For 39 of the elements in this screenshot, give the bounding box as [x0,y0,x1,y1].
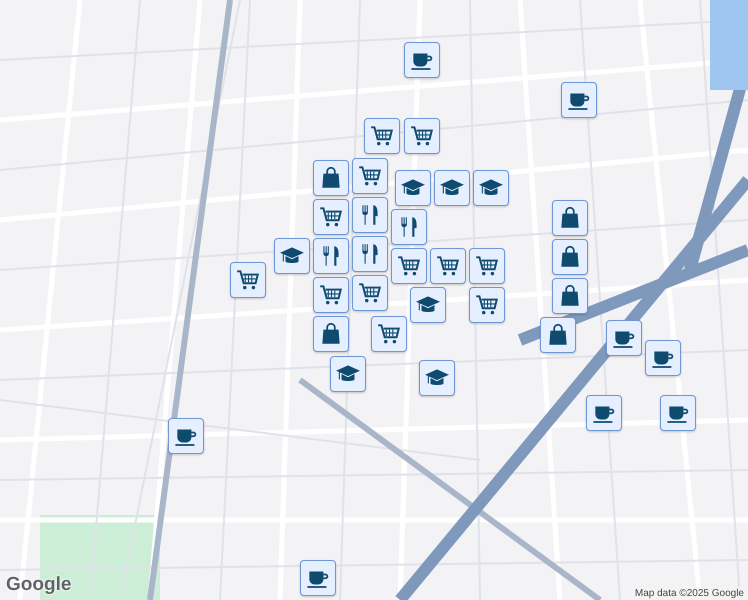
shopping-bag-map-marker[interactable] [552,200,588,236]
shopping-bag-map-marker[interactable] [313,316,349,352]
shopping-cart-map-marker[interactable] [371,316,407,352]
google-logo: Google [6,574,72,596]
shopping-cart-map-marker[interactable] [430,248,466,284]
shopping-cart-map-marker[interactable] [469,248,505,284]
coffee-cup-map-marker[interactable] [660,395,696,431]
fork-knife-map-marker[interactable] [352,197,388,233]
coffee-cup-map-marker[interactable] [404,42,440,78]
shopping-bag-map-marker[interactable] [313,160,349,196]
shopping-cart-map-marker[interactable] [313,277,349,313]
shopping-cart-map-marker[interactable] [391,248,427,284]
coffee-cup-map-marker[interactable] [300,560,336,596]
graduation-cap-map-marker[interactable] [434,170,470,206]
coffee-cup-map-marker[interactable] [586,395,622,431]
graduation-cap-map-marker[interactable] [410,287,446,323]
shopping-cart-map-marker[interactable] [352,275,388,311]
graduation-cap-map-marker[interactable] [274,238,310,274]
shopping-cart-map-marker[interactable] [230,262,266,298]
fork-knife-map-marker[interactable] [352,236,388,272]
shopping-cart-map-marker[interactable] [404,118,440,154]
coffee-cup-map-marker[interactable] [561,82,597,118]
coffee-cup-map-marker[interactable] [606,320,642,356]
shopping-cart-map-marker[interactable] [364,118,400,154]
shopping-cart-map-marker[interactable] [352,158,388,194]
shopping-cart-map-marker[interactable] [313,199,349,235]
fork-knife-map-marker[interactable] [313,238,349,274]
fork-knife-map-marker[interactable] [391,209,427,245]
map-view[interactable]: Google Map data ©2025 Google [0,0,748,600]
graduation-cap-map-marker[interactable] [473,170,509,206]
coffee-cup-map-marker[interactable] [645,340,681,376]
shopping-cart-map-marker[interactable] [469,287,505,323]
graduation-cap-map-marker[interactable] [330,356,366,392]
shopping-bag-map-marker[interactable] [540,317,576,353]
shopping-bag-map-marker[interactable] [552,278,588,314]
shopping-bag-map-marker[interactable] [552,239,588,275]
coffee-cup-map-marker[interactable] [168,418,204,454]
graduation-cap-map-marker[interactable] [419,360,455,396]
graduation-cap-map-marker[interactable] [395,170,431,206]
